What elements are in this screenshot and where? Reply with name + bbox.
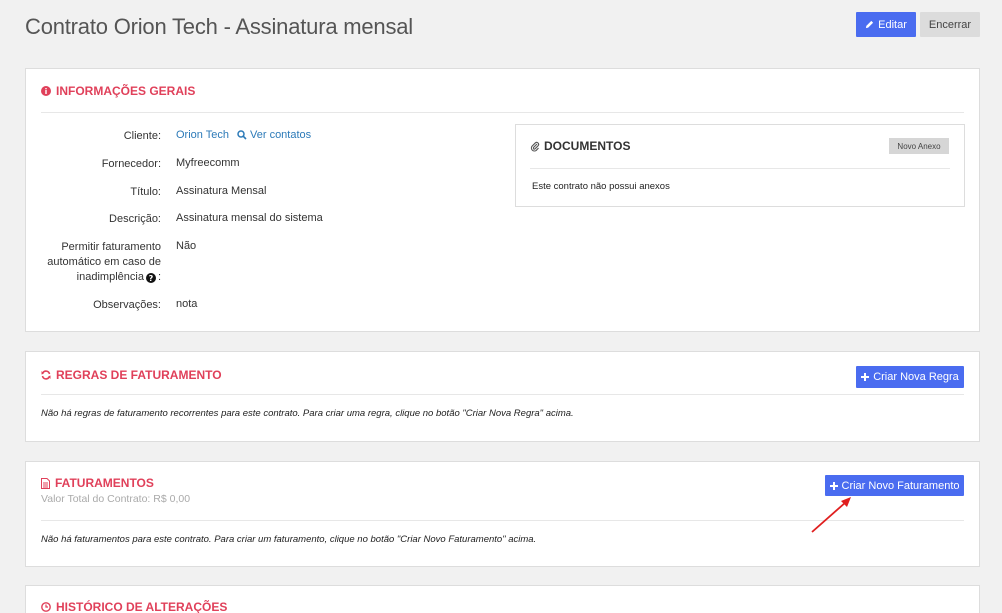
new-attachment-button[interactable]: Novo Anexo — [889, 138, 949, 154]
supplier-label: Fornecedor: — [101, 158, 161, 170]
plus-icon — [829, 481, 838, 490]
divider — [41, 394, 964, 395]
general-info-heading: INFORMAÇÕES GERAIS — [41, 84, 195, 98]
contract-total-value: Valor Total do Contrato: R$ 0,00 — [41, 493, 191, 505]
invoices-heading: FATURAMENTOS — [41, 476, 154, 490]
refresh-icon — [41, 370, 51, 380]
client-label: Cliente: — [123, 130, 161, 142]
title-label: Título: — [130, 186, 161, 198]
page-title: Contrato Orion Tech - Assinatura mensal — [25, 14, 413, 39]
annotation-arrow-icon — [811, 497, 851, 533]
close-contract-button[interactable]: Encerrar — [920, 12, 980, 37]
info-icon — [41, 86, 51, 96]
search-icon — [237, 130, 247, 140]
supplier-value: Myfreecomm — [176, 157, 240, 169]
document-icon — [41, 477, 50, 489]
client-link[interactable]: Orion Tech — [176, 129, 229, 141]
client-value-row: Orion Tech Ver contatos — [176, 129, 311, 141]
divider — [530, 168, 950, 169]
close-contract-label: Encerrar — [928, 18, 972, 31]
svg-text:?: ? — [149, 274, 154, 283]
auto-billing-value: Não — [176, 240, 197, 252]
divider — [41, 112, 964, 113]
general-info-panel: INFORMAÇÕES GERAIS Cliente: Orion Tech V… — [25, 68, 980, 332]
view-contacts-link[interactable]: Ver contatos — [237, 129, 311, 141]
create-rule-button[interactable]: Criar Nova Regra — [856, 366, 964, 388]
invoices-empty-text: Não há faturamentos para este contrato. … — [41, 534, 537, 545]
create-invoice-button[interactable]: Criar Novo Faturamento — [825, 475, 964, 496]
history-panel: HISTÓRICO DE ALTERAÇÕES — [25, 585, 980, 613]
auto-billing-label-last-line: inadimplência ? : — [76, 271, 161, 283]
billing-rules-panel: REGRAS DE FATURAMENTO Criar Nova Regra N… — [25, 351, 980, 442]
documents-empty-text: Este contrato não possui anexos — [532, 181, 670, 192]
auto-billing-label: Permitir faturamento automático em caso … — [26, 240, 161, 285]
title-value: Assinatura Mensal — [176, 185, 267, 197]
history-heading: HISTÓRICO DE ALTERAÇÕES — [41, 600, 227, 613]
notes-label: Observações: — [93, 299, 161, 311]
edit-button-label: Editar — [878, 18, 907, 31]
plus-icon — [861, 373, 870, 381]
description-label: Descrição: — [109, 213, 161, 225]
paperclip-icon — [530, 141, 540, 152]
edit-button[interactable]: Editar — [856, 12, 916, 37]
pencil-icon — [865, 20, 874, 29]
billing-rules-empty-text: Não há regras de faturamento recorrentes… — [41, 408, 574, 419]
notes-value: nota — [176, 298, 198, 310]
documents-box: DOCUMENTOS Novo Anexo Este contrato não … — [515, 124, 965, 207]
help-icon[interactable]: ? — [145, 272, 156, 283]
description-value: Assinatura mensal do sistema — [176, 212, 323, 224]
documents-heading: DOCUMENTOS — [530, 139, 630, 153]
clock-icon — [41, 602, 51, 612]
billing-rules-heading: REGRAS DE FATURAMENTO — [41, 368, 222, 382]
